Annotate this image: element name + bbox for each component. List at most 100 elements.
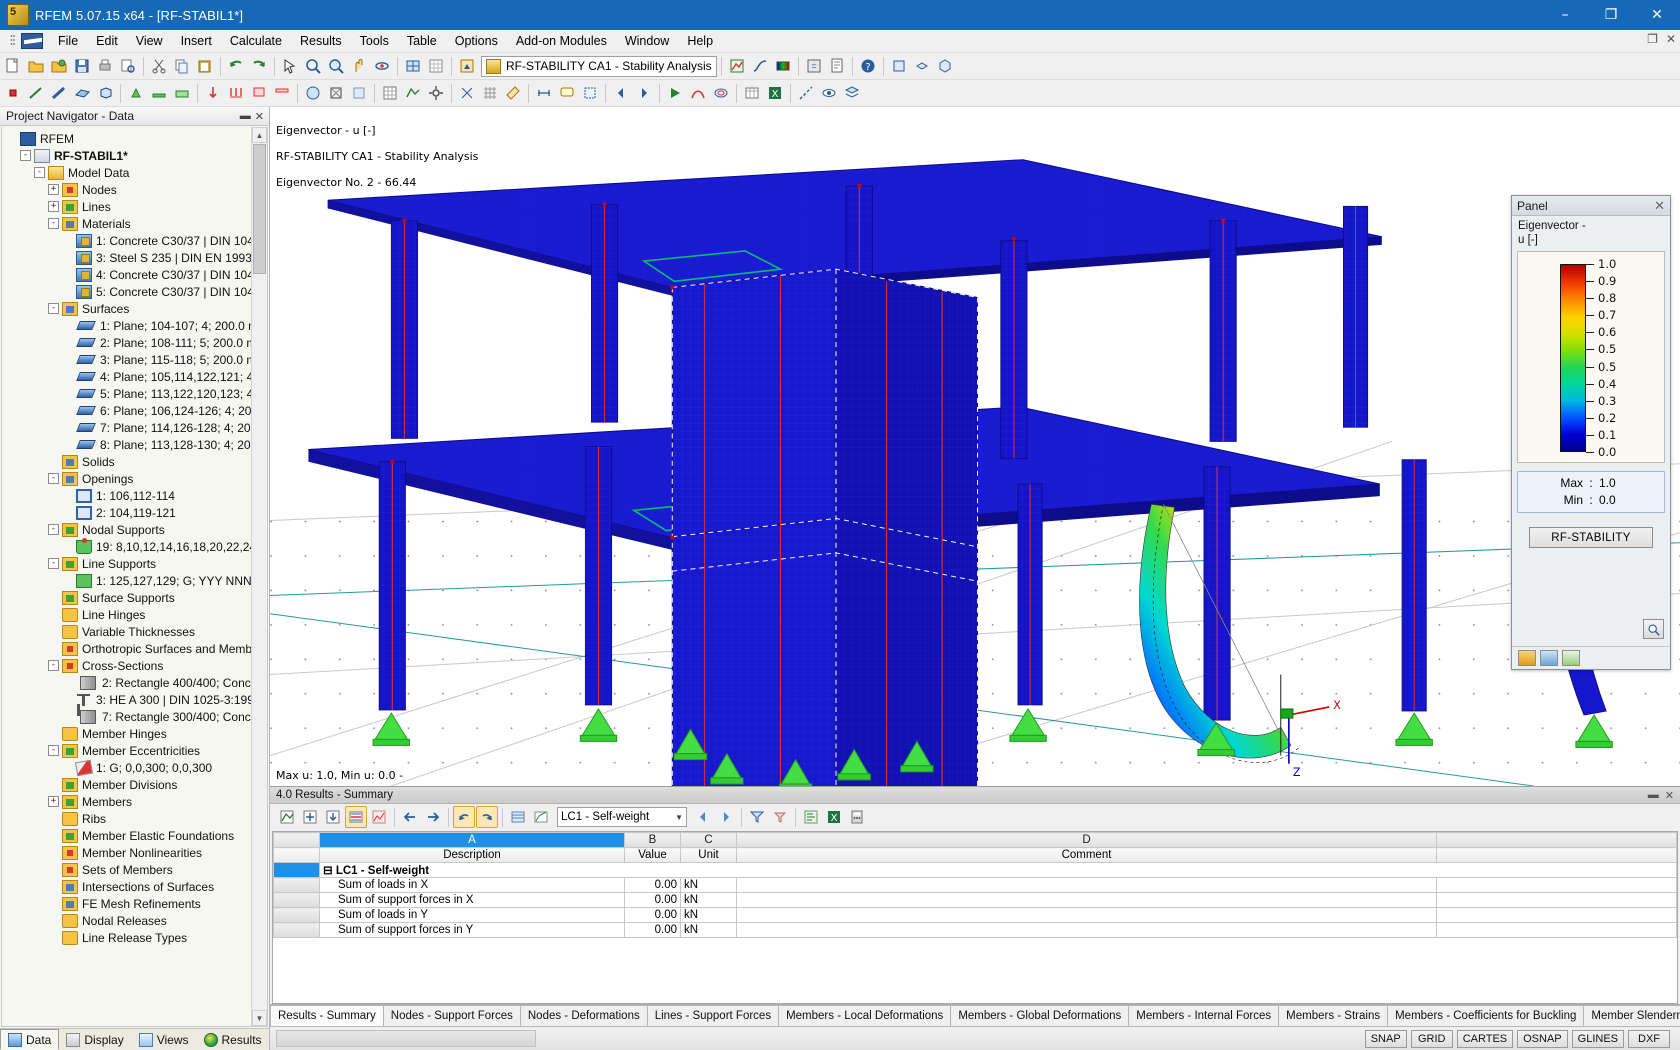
table-row[interactable]: Sum of loads in Y 0.00 kN [273,907,1677,923]
navigator-tab-data[interactable]: Data [0,1029,60,1050]
tree-node[interactable]: 1: 106,112-114 [2,487,251,504]
tree-node[interactable]: 4: Concrete C30/37 | DIN 1045- [2,266,251,283]
export-xls-icon[interactable]: X [823,806,845,828]
table-chart-icon[interactable] [368,806,390,828]
status-toggle-group[interactable]: SNAP GRID CARTES OSNAP GLINES DXF [1364,1029,1674,1048]
new-line-load-icon[interactable] [225,82,247,104]
table-graph-icon[interactable] [530,806,552,828]
rotate-icon[interactable] [371,55,393,77]
status-toggle-cartes[interactable]: CARTES [1456,1029,1514,1048]
transparent-icon[interactable] [348,82,370,104]
mdi-close-button[interactable]: ✕ [1666,32,1676,46]
results-table-container[interactable]: A B C D Description Value Unit Comment ⊟ LC1… [272,831,1678,1004]
results-on-off-icon[interactable] [726,55,748,77]
tree-node[interactable]: Line Release Types [2,929,251,946]
results-tab[interactable]: Lines - Support Forces [646,1005,780,1026]
col-letter-d[interactable]: D [736,832,1437,848]
tree-expander[interactable]: - [34,167,45,178]
tree-expander[interactable]: - [48,473,59,484]
corner-cell[interactable] [273,832,320,848]
animate-icon[interactable] [664,82,686,104]
status-toggle-glines[interactable]: GLINES [1571,1029,1624,1048]
results-tab[interactable]: Members - Global Deformations [950,1005,1130,1026]
panel-tab-factors-icon[interactable] [1540,650,1558,666]
tree-node[interactable]: 1: G; 0,0,300; 0,0,300 [2,759,251,776]
results-tab[interactable]: Nodes - Support Forces [382,1005,521,1026]
menu-help[interactable]: Help [678,31,722,52]
tree-node[interactable]: 3: Steel S 235 | DIN EN 1993-1- [2,249,251,266]
results-tab[interactable]: Member Slendernesses [1583,1005,1680,1026]
col-letter-b[interactable]: B [624,832,681,848]
table-toggle-icon[interactable] [741,82,763,104]
comment-icon[interactable] [556,82,578,104]
module-launch-icon[interactable] [456,55,478,77]
visibility-icon[interactable] [818,82,840,104]
open-example-icon[interactable] [48,55,70,77]
new-member-icon[interactable] [48,82,70,104]
menu-grip-icon[interactable] [3,32,21,51]
table-grid-icon[interactable] [507,806,529,828]
tree-expander[interactable]: - [48,558,59,569]
zoom-all-icon[interactable] [325,55,347,77]
panel-tab-color-icon[interactable] [1518,650,1536,666]
panel-zoom-icon[interactable] [1643,619,1664,639]
navigator-scrollbar[interactable]: ▲ ▼ [251,127,267,1026]
panel-tab-strip[interactable] [1512,646,1670,669]
print-icon[interactable] [94,55,116,77]
tree-expander[interactable]: + [48,184,59,195]
close-button[interactable]: ✕ [1634,0,1680,30]
new-surface-icon[interactable] [71,82,93,104]
model-viewport[interactable]: Eigenvector - u [-] RF-STABILITY CA1 - S… [270,107,1680,786]
isoline-icon[interactable] [710,82,732,104]
results-tab[interactable]: Nodes - Deformations [519,1005,648,1026]
tree-node[interactable]: Surface Supports [2,589,251,606]
tree-node[interactable]: - Nodal Supports [2,521,251,538]
row-number[interactable] [273,862,320,878]
new-solid-icon[interactable] [94,82,116,104]
tree-node[interactable]: + Nodes [2,181,251,198]
open-file-icon[interactable] [25,55,47,77]
tree-expander[interactable]: + [48,201,59,212]
table-summary-icon[interactable] [345,806,367,828]
panel-close-icon[interactable]: ✕ [1654,198,1665,214]
deformation-icon[interactable] [749,55,771,77]
menu-insert[interactable]: Insert [172,31,221,52]
tree-node[interactable]: - Model Data [2,164,251,181]
tree-node[interactable]: 4: Plane; 105,114,122,121; 4; 200 [2,368,251,385]
render-model-icon[interactable] [402,55,424,77]
zoom-window-icon[interactable] [302,55,324,77]
results-panel[interactable]: Panel ✕ Eigenvector - u [-] 1.0 0.9 0.8 0.7… [1511,195,1671,670]
tree-node[interactable]: 19: 8,10,12,14,16,18,20,22,24; Y [2,537,251,555]
tree-node[interactable]: 3: Plane; 115-118; 5; 200.0 mm [2,351,251,368]
tree-node[interactable]: - Member Eccentricities [2,742,251,759]
dimension-icon[interactable] [533,82,555,104]
view-iso-icon[interactable] [934,55,956,77]
filter-icon[interactable] [746,806,768,828]
navigator-tabs[interactable]: Data Display Views Results [0,1028,269,1050]
col-letter-a[interactable]: A [319,832,625,848]
paste-icon[interactable] [194,55,216,77]
rf-stability-button[interactable]: RF-STABILITY [1529,527,1653,548]
select-icon[interactable] [279,55,301,77]
mdi-restore-button[interactable]: ❐ [1647,32,1658,46]
tree-node[interactable]: Sets of Members [2,861,251,878]
generate-mesh-icon[interactable] [402,82,424,104]
tree-node[interactable]: 5: Plane; 113,122,120,123; 4; 200 [2,385,251,402]
tree-expander[interactable]: - [48,524,59,535]
table-edit-icon[interactable] [276,806,298,828]
table-undo-icon[interactable] [453,806,475,828]
grid-toggle-icon[interactable] [479,82,501,104]
new-node-icon[interactable] [2,82,24,104]
scroll-thumb[interactable] [253,144,266,274]
minimize-button[interactable]: – [1542,0,1588,30]
table-next-page-icon[interactable] [422,806,444,828]
row-number[interactable] [273,907,320,923]
result-diagram-icon[interactable] [687,82,709,104]
tree-node[interactable]: 6: Plane; 106,124-126; 4; 200.0 m [2,402,251,419]
load-case-combo[interactable]: LC1 - Self-weight ▼ [557,807,687,827]
navigator-tab-views[interactable]: Views [132,1029,197,1050]
navigator-tree[interactable]: RFEM - RF-STABIL1* - Model Data + Nodes + Lines -… [1,127,268,1027]
view-front-icon[interactable] [888,55,910,77]
tree-node[interactable]: Member Nonlinearities [2,844,251,861]
help-icon[interactable]: ? [857,55,879,77]
